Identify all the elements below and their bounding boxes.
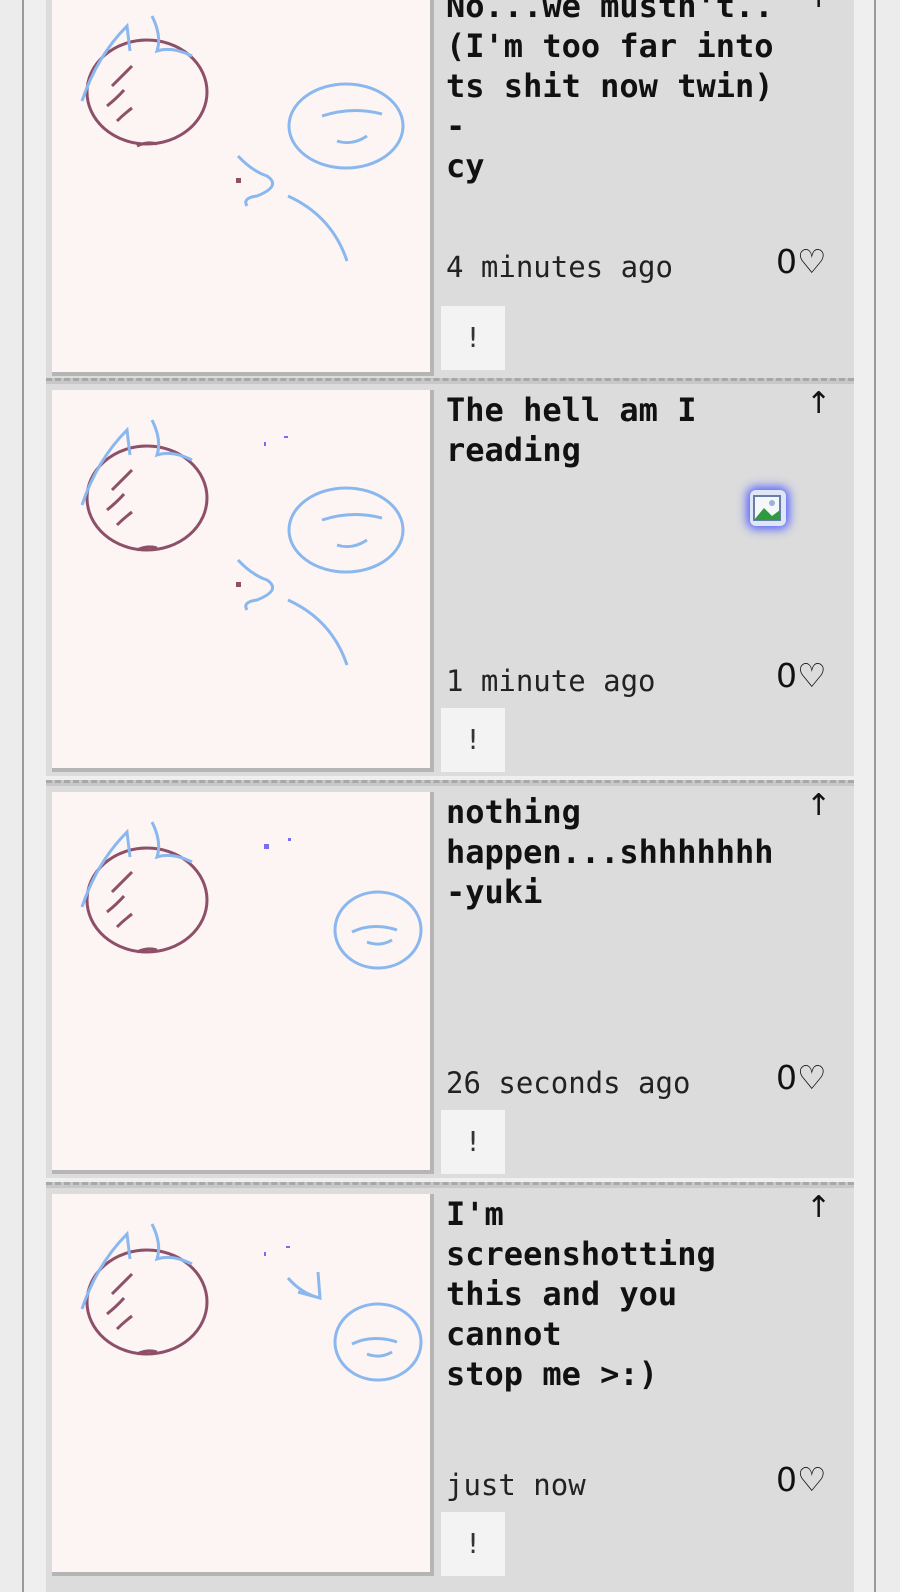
post-timestamp: 1 minute ago <box>446 664 656 698</box>
reply-arrow-icon[interactable]: ↑ <box>806 0 831 15</box>
post-timestamp: 4 minutes ago <box>446 250 673 284</box>
post-card: The hell am I reading ↑ 1 minute ago 0♡ … <box>46 384 854 776</box>
report-button[interactable]: ! <box>441 708 505 772</box>
like-counter[interactable]: 0♡ <box>776 1460 827 1499</box>
like-counter[interactable]: 0♡ <box>776 656 827 695</box>
post-message: nothing happen...shhhhhhh -yuki <box>446 793 774 911</box>
post-drawing[interactable] <box>52 0 434 376</box>
report-button[interactable]: ! <box>441 1512 505 1576</box>
post-message: I'm screenshotting this and you cannot s… <box>446 1195 716 1393</box>
like-counter[interactable]: 0♡ <box>776 242 827 281</box>
report-button[interactable]: ! <box>441 306 505 370</box>
like-counter[interactable]: 0♡ <box>776 1058 827 1097</box>
post-drawing[interactable] <box>52 792 434 1174</box>
post-card: I'm screenshotting this and you cannot s… <box>46 1188 854 1592</box>
post-timestamp: 26 seconds ago <box>446 1066 691 1100</box>
post-card: nothing happen...shhhhhhh -yuki ↑ 26 sec… <box>46 786 854 1178</box>
reply-arrow-icon[interactable]: ↑ <box>806 788 831 823</box>
post-timestamp: just now <box>446 1468 586 1502</box>
post-drawing[interactable] <box>52 390 434 772</box>
post-message: No...we mustn't.. (I'm too far into ts s… <box>446 0 774 185</box>
report-button[interactable]: ! <box>441 1110 505 1174</box>
post-message: The hell am I reading <box>446 391 697 469</box>
reply-arrow-icon[interactable]: ↑ <box>806 386 831 421</box>
post-drawing[interactable] <box>52 1194 434 1576</box>
post-card: No...we mustn't.. (I'm too far into ts s… <box>46 0 854 378</box>
broken-image-icon <box>750 490 786 526</box>
reply-arrow-icon[interactable]: ↑ <box>806 1190 831 1225</box>
